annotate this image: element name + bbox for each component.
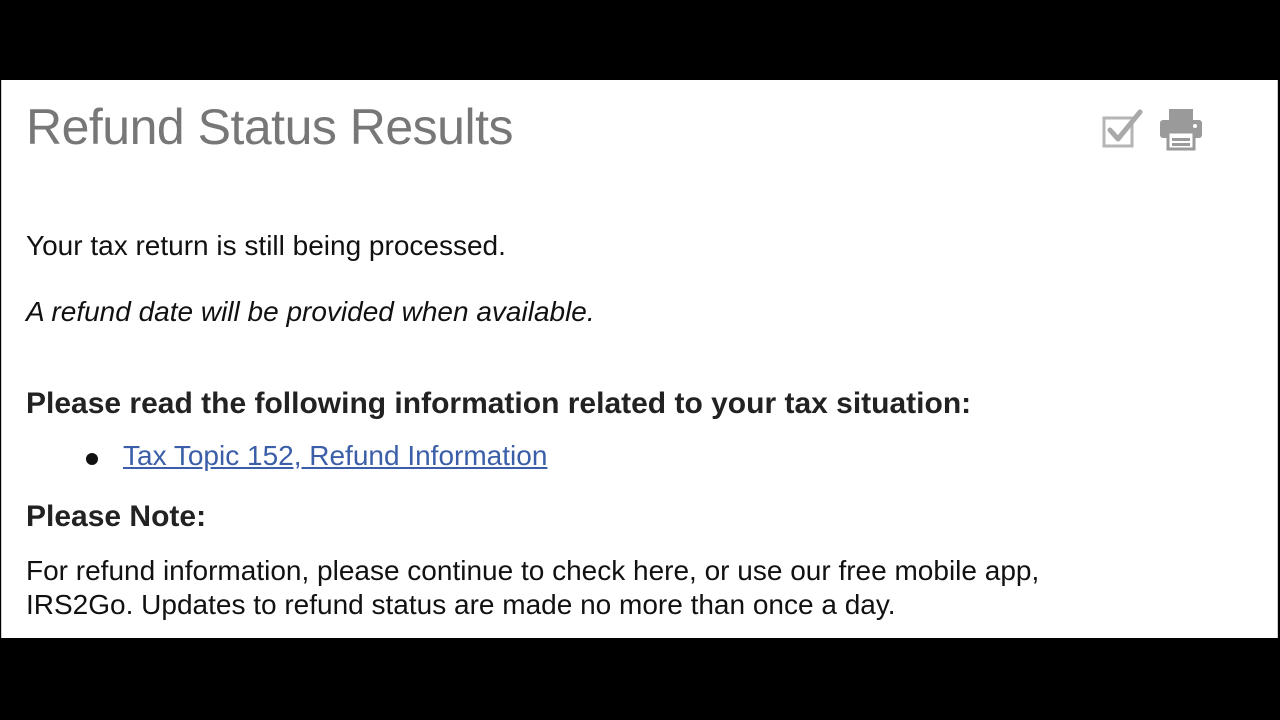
note-heading: Please Note: (26, 500, 207, 533)
refund-status-panel: Refund Status Results Your tax return is… (1, 80, 1278, 638)
page-title: Refund Status Results (26, 99, 514, 155)
info-heading: Please read the following information re… (26, 387, 972, 420)
tax-topic-152-link[interactable]: Tax Topic 152, Refund Information (123, 440, 547, 472)
note-body-line-1: For refund information, please continue … (26, 555, 1040, 586)
video-frame: Refund Status Results Your tax return is… (0, 0, 1280, 720)
checkmark-icon[interactable] (1100, 106, 1146, 152)
refund-date-note: A refund date will be provided when avai… (26, 296, 595, 327)
note-body-line-2: IRS2Go. Updates to refund status are mad… (26, 589, 896, 620)
bullet-icon (86, 453, 98, 465)
printer-icon[interactable] (1158, 106, 1204, 152)
status-message: Your tax return is still being processed… (26, 230, 506, 261)
note-body: For refund information, please continue … (26, 554, 1226, 622)
